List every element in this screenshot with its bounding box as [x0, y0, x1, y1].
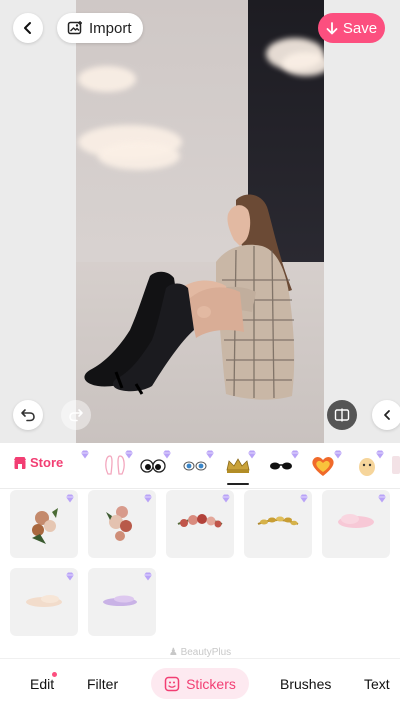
nav-text[interactable]: Text	[364, 676, 390, 692]
premium-gem-icon	[144, 494, 152, 503]
compare-icon	[334, 408, 350, 422]
panel-toggle-button[interactable]	[372, 400, 400, 430]
back-button[interactable]	[13, 13, 43, 43]
redo-button[interactable]	[61, 400, 91, 430]
woman-figure	[84, 194, 295, 400]
photo[interactable]	[76, 0, 324, 443]
sticker-gold-leaf-crown[interactable]	[244, 490, 312, 558]
sticker-purple-cloud[interactable]	[88, 568, 156, 636]
undo-button[interactable]	[13, 400, 43, 430]
premium-gem-icon	[300, 494, 308, 503]
redo-icon	[69, 409, 83, 422]
premium-gem-icon	[378, 494, 386, 503]
bottom-nav: Edit Filter Stickers Brushes Text	[0, 658, 400, 711]
save-button[interactable]: Save	[318, 13, 385, 43]
chevron-left-icon	[24, 22, 31, 34]
import-label: Import	[89, 19, 132, 37]
category-divider	[0, 488, 400, 489]
sticker-icon	[164, 676, 180, 691]
import-button[interactable]: Import	[57, 13, 143, 43]
nav-edit[interactable]: Edit	[30, 676, 54, 692]
sticker-category-bar: Store	[0, 443, 400, 485]
sticker-flower-bouquet[interactable]	[10, 490, 78, 558]
premium-gem-icon	[291, 450, 299, 459]
premium-gem-icon	[206, 450, 214, 459]
premium-gem-icon	[125, 450, 133, 459]
sticker-rose-crown[interactable]	[166, 490, 234, 558]
premium-gem-icon	[66, 494, 74, 503]
image-plus-icon	[67, 21, 82, 35]
premium-gem-icon	[248, 450, 256, 459]
premium-gem-icon	[222, 494, 230, 503]
premium-gem-icon	[144, 572, 152, 581]
premium-gem-icon	[334, 450, 342, 459]
sticker-peach-cloud[interactable]	[10, 568, 78, 636]
download-arrow-icon	[326, 21, 338, 34]
new-badge-dot	[52, 672, 57, 677]
nav-brushes[interactable]: Brushes	[280, 676, 331, 692]
sticker-rose-cluster[interactable]	[88, 490, 156, 558]
premium-gem-icon	[376, 450, 384, 459]
editor-canvas: Import Save	[0, 0, 400, 443]
brand-watermark: ♟ BeautyPlus	[0, 647, 400, 658]
category-more[interactable]	[392, 450, 400, 480]
nav-stickers[interactable]: Stickers	[151, 668, 249, 699]
compare-button[interactable]	[327, 400, 357, 430]
premium-gem-icon	[81, 450, 89, 459]
category-selected-indicator	[227, 483, 249, 485]
brand-icon: ♟	[168, 647, 181, 658]
sticker-pink-cloud[interactable]	[322, 490, 390, 558]
chevron-left-icon	[384, 410, 390, 420]
brand-label: BeautyPlus	[180, 647, 232, 658]
store-icon	[14, 456, 26, 469]
undo-icon	[21, 409, 35, 422]
store-button[interactable]: Store	[13, 455, 63, 470]
premium-gem-icon	[163, 450, 171, 459]
premium-gem-icon	[66, 572, 74, 581]
store-label: Store	[30, 455, 64, 470]
nav-stickers-label: Stickers	[186, 675, 236, 692]
save-label: Save	[342, 19, 378, 37]
nav-filter[interactable]: Filter	[87, 676, 118, 692]
